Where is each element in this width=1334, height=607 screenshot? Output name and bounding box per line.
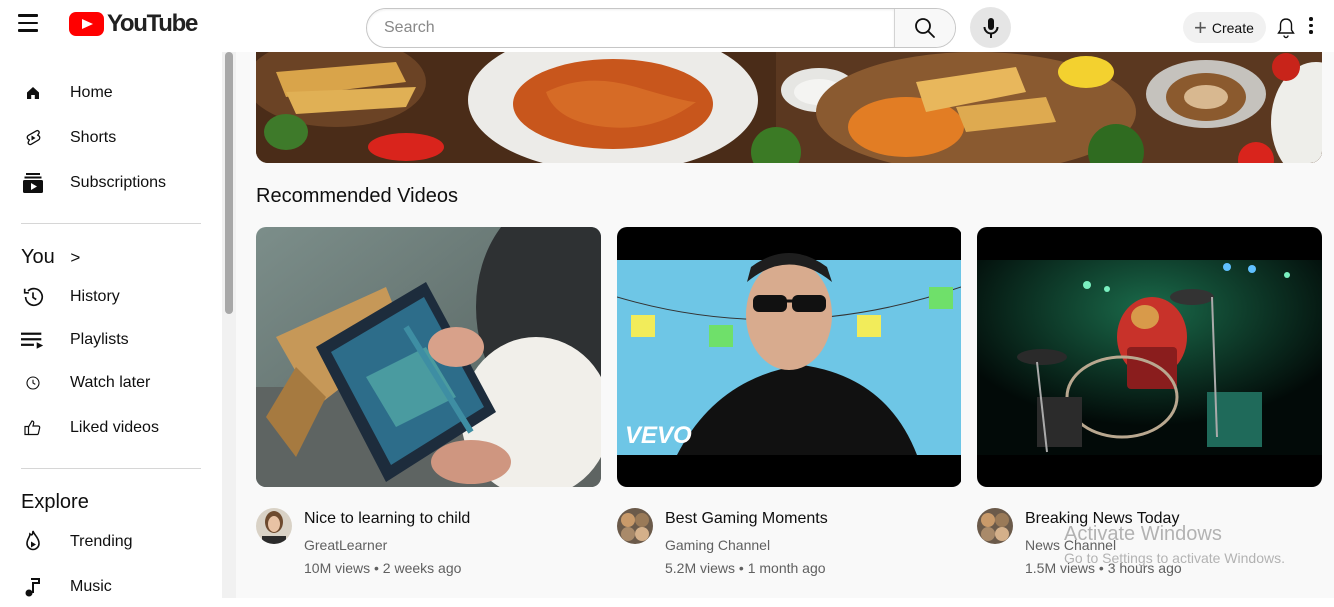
- sidebar-item-label: Watch later: [70, 374, 151, 391]
- sidebar-item-music[interactable]: Music: [0, 567, 222, 607]
- sidebar: Home Shorts Subscriptions You > History …: [0, 52, 222, 598]
- sidebar-item-watch-later[interactable]: Watch later: [0, 363, 222, 403]
- main-content: Recommended Videos Nice to learning to c…: [236, 52, 1334, 598]
- channel-avatar[interactable]: [256, 508, 292, 544]
- more-options-icon[interactable]: [1308, 17, 1314, 37]
- sidebar-item-home[interactable]: Home: [0, 73, 222, 113]
- sidebar-item-shorts[interactable]: Shorts: [0, 118, 222, 158]
- trending-icon: [21, 530, 45, 554]
- bell-icon: [1277, 18, 1295, 39]
- video-card[interactable]: Nice to learning to child GreatLearner 1…: [256, 227, 601, 592]
- you-heading: You: [21, 246, 55, 268]
- youtube-play-icon: [69, 12, 104, 36]
- voice-search-button[interactable]: [970, 7, 1011, 48]
- vevo-watermark: VEVO: [625, 422, 692, 449]
- microphone-icon: [983, 17, 998, 38]
- sidebar-item-trending[interactable]: Trending: [0, 522, 222, 562]
- search-icon: [915, 18, 935, 38]
- search-button[interactable]: [894, 9, 955, 47]
- notifications-button[interactable]: [1276, 17, 1296, 44]
- channel-name[interactable]: GreatLearner: [304, 537, 387, 553]
- sidebar-item-liked-videos[interactable]: Liked videos: [0, 408, 222, 448]
- logo-text: YouTube: [107, 10, 198, 37]
- sidebar-item-label: Music: [70, 578, 112, 595]
- create-button[interactable]: + Create: [1183, 12, 1266, 43]
- video-thumbnail[interactable]: [256, 227, 601, 487]
- sidebar-divider: [21, 468, 201, 469]
- sidebar-item-label: Shorts: [70, 129, 117, 146]
- plus-icon: +: [1194, 14, 1207, 40]
- video-stats: 5.2M views • 1 month ago: [665, 560, 826, 576]
- video-meta: Best Gaming Moments Gaming Channel 5.2M …: [617, 508, 962, 588]
- sidebar-item-label: Liked videos: [70, 419, 159, 436]
- you-section-header[interactable]: You >: [21, 246, 80, 269]
- sidebar-item-label: Home: [70, 84, 113, 101]
- shorts-icon: [21, 126, 45, 150]
- subscriptions-icon: [21, 171, 45, 195]
- search-bar: [366, 8, 956, 48]
- search-input[interactable]: [367, 9, 894, 47]
- section-title: Recommended Videos: [256, 185, 458, 207]
- like-icon: [21, 416, 45, 440]
- music-icon: [21, 575, 45, 599]
- home-icon: [21, 81, 45, 105]
- video-thumbnail[interactable]: [977, 227, 1322, 487]
- playlists-icon: [21, 328, 45, 352]
- watch-later-icon: [21, 371, 45, 395]
- video-title[interactable]: Best Gaming Moments: [665, 510, 828, 528]
- sidebar-item-label: Playlists: [70, 331, 129, 348]
- scrollbar-thumb[interactable]: [225, 52, 233, 314]
- chevron-right-icon: >: [70, 248, 81, 267]
- video-stats: 10M views • 2 weeks ago: [304, 560, 462, 576]
- explore-heading: Explore: [21, 491, 89, 513]
- history-icon: [21, 285, 45, 309]
- activate-windows-watermark: Activate Windows Go to Settings to activ…: [1064, 523, 1285, 566]
- sidebar-item-label: Trending: [70, 533, 133, 550]
- create-label: Create: [1211, 19, 1254, 36]
- video-meta: Nice to learning to child GreatLearner 1…: [256, 508, 601, 588]
- channel-avatar[interactable]: [977, 508, 1013, 544]
- sidebar-item-label: Subscriptions: [70, 174, 167, 191]
- sidebar-item-history[interactable]: History: [0, 277, 222, 317]
- channel-name[interactable]: Gaming Channel: [665, 537, 770, 553]
- sidebar-item-playlists[interactable]: Playlists: [0, 320, 222, 360]
- sidebar-scrollbar[interactable]: [222, 52, 236, 598]
- youtube-logo[interactable]: YouTube: [69, 10, 198, 37]
- menu-icon[interactable]: [18, 14, 38, 32]
- sidebar-item-label: History: [70, 288, 120, 305]
- sidebar-divider: [21, 223, 201, 224]
- activate-windows-title: Activate Windows: [1064, 523, 1222, 545]
- video-card[interactable]: VEVO Best Gaming Moments Gaming Channel …: [617, 227, 962, 592]
- video-title[interactable]: Nice to learning to child: [304, 510, 470, 528]
- food-banner-image: [256, 52, 1322, 163]
- video-thumbnail[interactable]: VEVO: [617, 227, 962, 487]
- sidebar-item-subscriptions[interactable]: Subscriptions: [0, 163, 222, 203]
- activate-windows-subtitle: Go to Settings to activate Windows.: [1064, 550, 1285, 566]
- channel-avatar[interactable]: [617, 508, 653, 544]
- top-bar: YouTube + Create: [0, 0, 1334, 52]
